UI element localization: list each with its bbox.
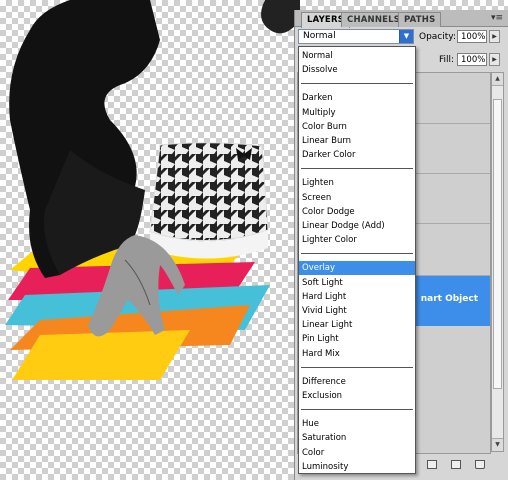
yellow-stripe-front bbox=[12, 330, 190, 380]
blend-option-pin-light[interactable]: Pin Light bbox=[299, 332, 415, 346]
new-layer-icon[interactable] bbox=[451, 460, 461, 469]
scroll-up-icon[interactable]: ▲ bbox=[492, 73, 503, 86]
blend-option-soft-light[interactable]: Soft Light bbox=[299, 276, 415, 290]
layers-scrollbar[interactable]: ▲ ▼ bbox=[491, 72, 504, 452]
blend-option-saturation[interactable]: Saturation bbox=[299, 431, 415, 445]
blend-option-vivid-light[interactable]: Vivid Light bbox=[299, 304, 415, 318]
blend-option-hue[interactable]: Hue bbox=[299, 417, 415, 431]
blend-option-color[interactable]: Color bbox=[299, 446, 415, 460]
artwork bbox=[5, 0, 300, 380]
opacity-field[interactable]: 100% bbox=[457, 30, 487, 43]
chevron-down-icon[interactable]: ▼ bbox=[399, 30, 413, 43]
new-group-icon[interactable] bbox=[427, 460, 437, 469]
menu-separator bbox=[301, 253, 413, 255]
blend-option-linear-dodge-add[interactable]: Linear Dodge (Add) bbox=[299, 219, 415, 233]
blend-option-screen[interactable]: Screen bbox=[299, 191, 415, 205]
scroll-thumb[interactable] bbox=[493, 99, 502, 389]
blend-option-lighten[interactable]: Lighten bbox=[299, 176, 415, 190]
blend-option-overlay[interactable]: Overlay bbox=[299, 261, 415, 276]
opacity-label: Opacity: bbox=[419, 32, 456, 42]
menu-separator bbox=[301, 168, 413, 170]
menu-separator bbox=[301, 366, 413, 368]
tab-paths[interactable]: PATHS bbox=[398, 12, 442, 27]
blend-option-multiply[interactable]: Multiply bbox=[299, 106, 415, 120]
blend-option-darker-color[interactable]: Darker Color bbox=[299, 148, 415, 162]
blend-option-hard-mix[interactable]: Hard Mix bbox=[299, 347, 415, 361]
tab-channels[interactable]: CHANNELS bbox=[341, 12, 407, 27]
scroll-down-icon[interactable]: ▼ bbox=[492, 438, 503, 451]
blend-mode-menu: Normal Dissolve Darken Multiply Color Burn Li… bbox=[298, 46, 416, 474]
blend-option-color-burn[interactable]: Color Burn bbox=[299, 120, 415, 134]
blend-option-normal[interactable]: Normal bbox=[299, 49, 415, 63]
blend-option-dissolve[interactable]: Dissolve bbox=[299, 63, 415, 77]
blend-option-hard-light[interactable]: Hard Light bbox=[299, 290, 415, 304]
panel-menu-icon[interactable]: ▾≡ bbox=[491, 13, 503, 23]
blend-mode-value: Normal bbox=[303, 31, 336, 41]
blend-option-color-dodge[interactable]: Color Dodge bbox=[299, 205, 415, 219]
blend-option-luminosity[interactable]: Luminosity bbox=[299, 460, 415, 474]
fill-field[interactable]: 100% bbox=[457, 53, 487, 66]
fill-slider-arrow-icon[interactable]: ▶ bbox=[489, 53, 500, 66]
blend-mode-dropdown[interactable]: Normal ▼ bbox=[298, 29, 414, 44]
smart-object-label: nart Object bbox=[420, 294, 478, 304]
blend-option-darken[interactable]: Darken bbox=[299, 91, 415, 105]
panel-tab-bar: LAYERS CHANNELS PATHS ▾≡ bbox=[295, 10, 508, 28]
menu-separator bbox=[301, 83, 413, 85]
blend-option-exclusion[interactable]: Exclusion bbox=[299, 389, 415, 403]
blend-option-linear-burn[interactable]: Linear Burn bbox=[299, 134, 415, 148]
menu-separator bbox=[301, 409, 413, 411]
opacity-slider-arrow-icon[interactable]: ▶ bbox=[489, 30, 500, 43]
blend-option-linear-light[interactable]: Linear Light bbox=[299, 318, 415, 332]
blend-option-lighter-color[interactable]: Lighter Color bbox=[299, 233, 415, 247]
trash-icon[interactable] bbox=[475, 460, 485, 469]
blend-option-difference[interactable]: Difference bbox=[299, 375, 415, 389]
fill-label: Fill: bbox=[439, 55, 455, 65]
